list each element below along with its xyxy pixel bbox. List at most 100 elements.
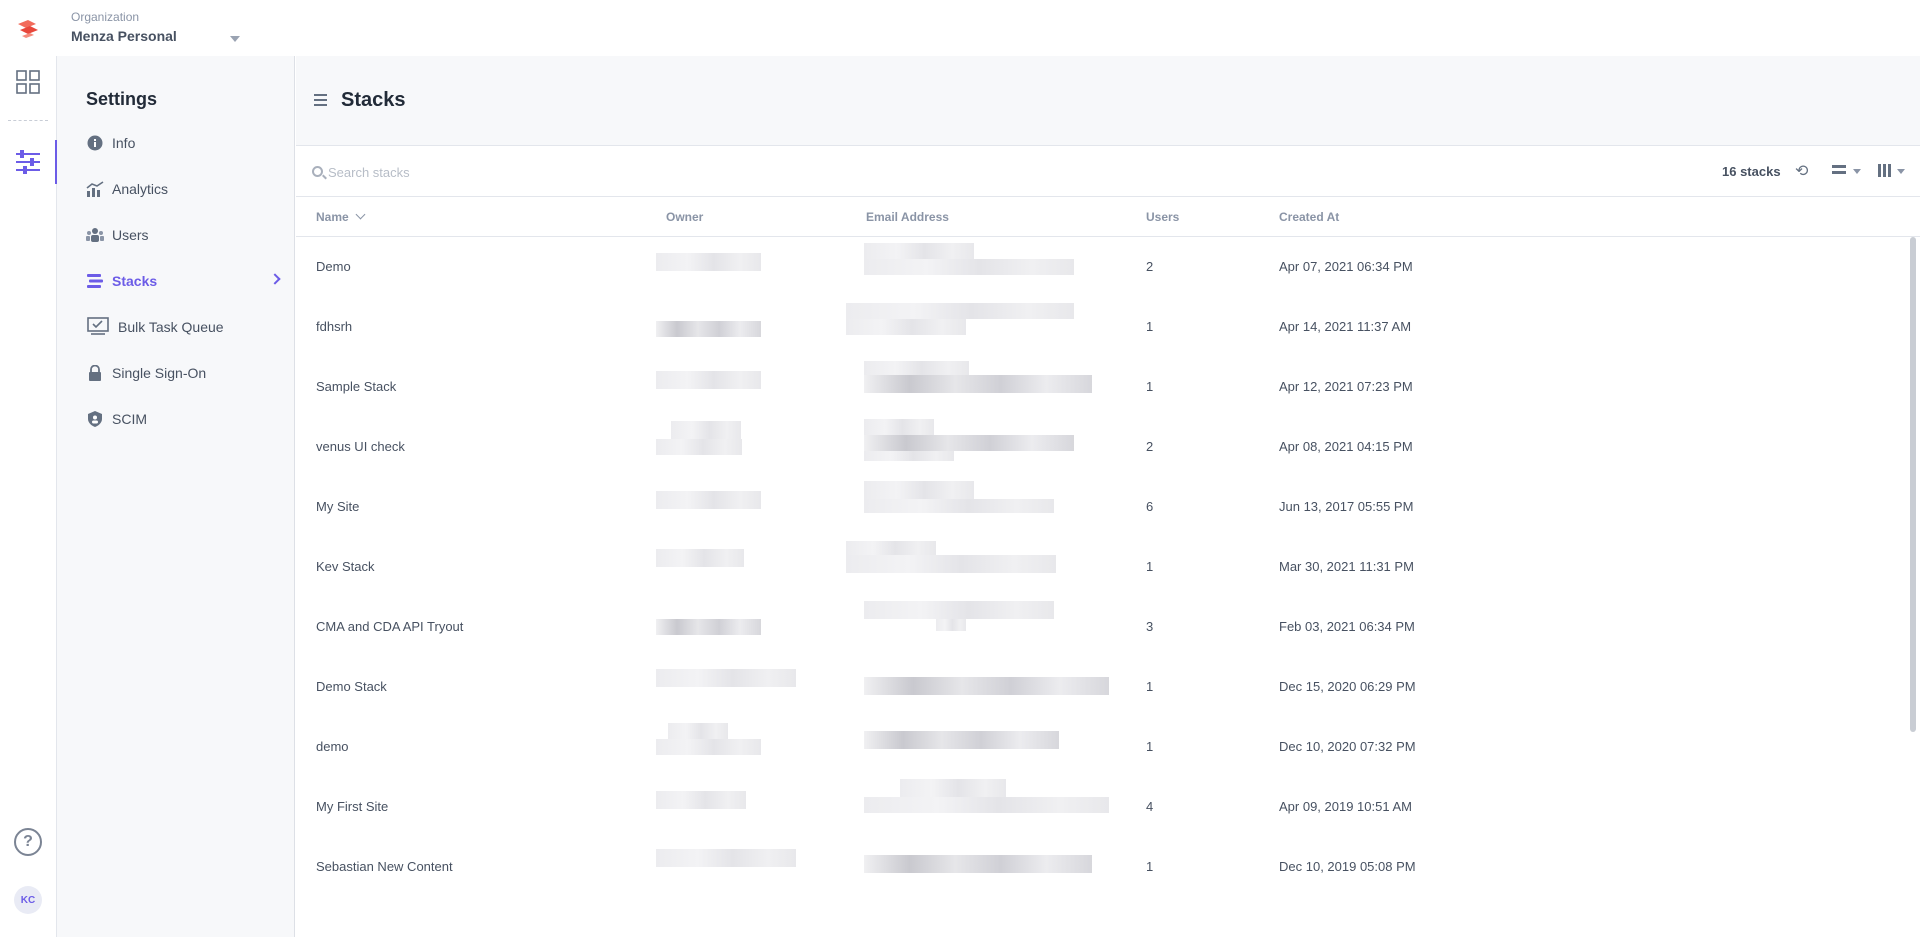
shield-icon [86, 410, 104, 428]
contentstack-logo-icon[interactable] [14, 14, 42, 42]
stack-name[interactable]: demo [316, 739, 349, 754]
created-at: Dec 10, 2019 05:08 PM [1279, 859, 1416, 874]
table-row[interactable]: Demo Stack 1 Dec 15, 2020 06:29 PM [296, 657, 1920, 717]
user-count: 1 [1146, 679, 1154, 694]
table-row[interactable]: fdhsrh 1 Apr 14, 2021 11:37 AM [296, 297, 1920, 357]
owner-redacted [668, 723, 728, 739]
email-redacted [864, 451, 954, 461]
stack-name[interactable]: Demo [316, 259, 351, 274]
email-redacted [864, 855, 1092, 873]
created-at: Mar 30, 2021 11:31 PM [1279, 559, 1414, 574]
owner-redacted [656, 491, 761, 509]
created-at: Apr 09, 2019 10:51 AM [1279, 799, 1412, 814]
table-row[interactable]: Kev Stack 1 Mar 30, 2021 11:31 PM [296, 537, 1920, 597]
owner-redacted [656, 371, 761, 389]
help-icon[interactable]: ? [14, 828, 42, 856]
email-redacted [846, 303, 1074, 319]
email-redacted [864, 797, 1109, 813]
table-row[interactable]: Sample Stack 1 Apr 12, 2021 07:23 PM [296, 357, 1920, 417]
stacks-icon [86, 272, 104, 290]
main-content: Stacks 16 stacks ⟲ Name Owner Email Addr… [296, 56, 1920, 937]
chevron-down-icon[interactable] [230, 36, 240, 42]
stack-name[interactable]: CMA and CDA API Tryout [316, 619, 463, 634]
analytics-icon [86, 180, 104, 198]
table-row[interactable]: Demo 2 Apr 07, 2021 06:34 PM [296, 237, 1920, 297]
top-bar: Organization Menza Personal [0, 0, 1920, 56]
chevron-down-icon[interactable] [1853, 169, 1861, 174]
owner-redacted [656, 253, 761, 271]
column-header-name[interactable]: Name [316, 209, 366, 224]
email-redacted [864, 499, 1054, 513]
app-rail: ? KC [0, 56, 57, 937]
stack-name[interactable]: fdhsrh [316, 319, 352, 334]
sidebar-item-label: Stacks [112, 273, 158, 289]
owner-redacted [656, 669, 796, 687]
column-header-users[interactable]: Users [1146, 210, 1179, 224]
user-count: 1 [1146, 559, 1154, 574]
chevron-down-icon[interactable] [1897, 169, 1905, 174]
stack-name[interactable]: Sebastian New Content [316, 859, 453, 874]
owner-redacted [656, 791, 746, 809]
sort-chevron-icon[interactable] [355, 209, 366, 220]
owner-redacted [656, 739, 761, 755]
stack-name[interactable]: My Site [316, 499, 359, 514]
email-redacted [864, 677, 1109, 695]
lock-icon [86, 364, 104, 382]
table-scrollbar[interactable] [1910, 237, 1916, 732]
table-row[interactable]: CMA and CDA API Tryout 3 Feb 03, 2021 06… [296, 597, 1920, 657]
email-redacted [846, 541, 936, 555]
search-input[interactable] [328, 161, 628, 183]
table-row[interactable]: My Site 6 Jun 13, 2017 05:55 PM [296, 477, 1920, 537]
email-redacted [846, 319, 966, 335]
sidebar-item-scim[interactable]: SCIM [86, 407, 281, 431]
sidebar-item-single-sign-on[interactable]: Single Sign-On [86, 361, 281, 385]
organization-switcher[interactable]: Organization Menza Personal [71, 10, 177, 44]
row-density-icon[interactable] [1832, 165, 1846, 177]
stack-name[interactable]: Kev Stack [316, 559, 375, 574]
user-count: 2 [1146, 259, 1154, 274]
owner-redacted [656, 439, 742, 455]
email-redacted [864, 419, 934, 435]
sidebar-item-label: Bulk Task Queue [118, 319, 224, 335]
column-header-owner[interactable]: Owner [666, 210, 703, 224]
stack-name[interactable]: Demo Stack [316, 679, 387, 694]
table-row[interactable]: demo 1 Dec 10, 2020 07:32 PM [296, 717, 1920, 777]
sidebar-item-info[interactable]: Info [86, 131, 281, 155]
user-count: 4 [1146, 799, 1154, 814]
sidebar-item-users[interactable]: Users [86, 223, 281, 247]
sidebar-item-analytics[interactable]: Analytics [86, 177, 281, 201]
stack-name[interactable]: My First Site [316, 799, 388, 814]
info-icon [86, 134, 104, 152]
created-at: Dec 15, 2020 06:29 PM [1279, 679, 1416, 694]
owner-redacted [671, 421, 741, 439]
email-redacted [864, 481, 974, 499]
email-redacted [864, 731, 1059, 749]
column-header-created-at[interactable]: Created At [1279, 210, 1339, 224]
settings-sidebar: Settings Info Analytics Users Stacks Bul… [57, 56, 295, 937]
sidebar-item-stacks[interactable]: Stacks [86, 269, 281, 293]
stack-name[interactable]: venus UI check [316, 439, 405, 454]
bulk-task-icon [86, 317, 110, 336]
email-redacted [864, 375, 1092, 393]
stack-count: 16 stacks [1722, 164, 1781, 179]
table-row[interactable]: venus UI check 2 Apr 08, 2021 04:15 PM [296, 417, 1920, 477]
refresh-icon[interactable]: ⟲ [1795, 161, 1808, 181]
user-count: 1 [1146, 319, 1154, 334]
table-row[interactable]: My First Site 4 Apr 09, 2019 10:51 AM [296, 777, 1920, 837]
organization-name[interactable]: Menza Personal [71, 28, 177, 44]
column-header-email[interactable]: Email Address [866, 210, 949, 224]
columns-icon[interactable] [1878, 164, 1891, 177]
chevron-right-icon [269, 273, 281, 285]
table-toolbar: 16 stacks ⟲ [296, 147, 1920, 197]
sidebar-item-bulk-task-queue[interactable]: Bulk Task Queue [86, 315, 281, 339]
dashboard-grid-icon[interactable] [14, 68, 42, 96]
settings-sliders-icon[interactable] [14, 148, 42, 176]
avatar[interactable]: KC [14, 886, 42, 914]
hamburger-menu-icon[interactable] [314, 94, 327, 106]
stack-name[interactable]: Sample Stack [316, 379, 396, 394]
created-at: Apr 07, 2021 06:34 PM [1279, 259, 1413, 274]
table-row[interactable]: Sebastian New Content 1 Dec 10, 2019 05:… [296, 837, 1920, 897]
table-body: Demo 2 Apr 07, 2021 06:34 PM fdhsrh 1 Ap… [296, 237, 1920, 937]
organization-label: Organization [71, 10, 140, 24]
created-at: Apr 08, 2021 04:15 PM [1279, 439, 1413, 454]
